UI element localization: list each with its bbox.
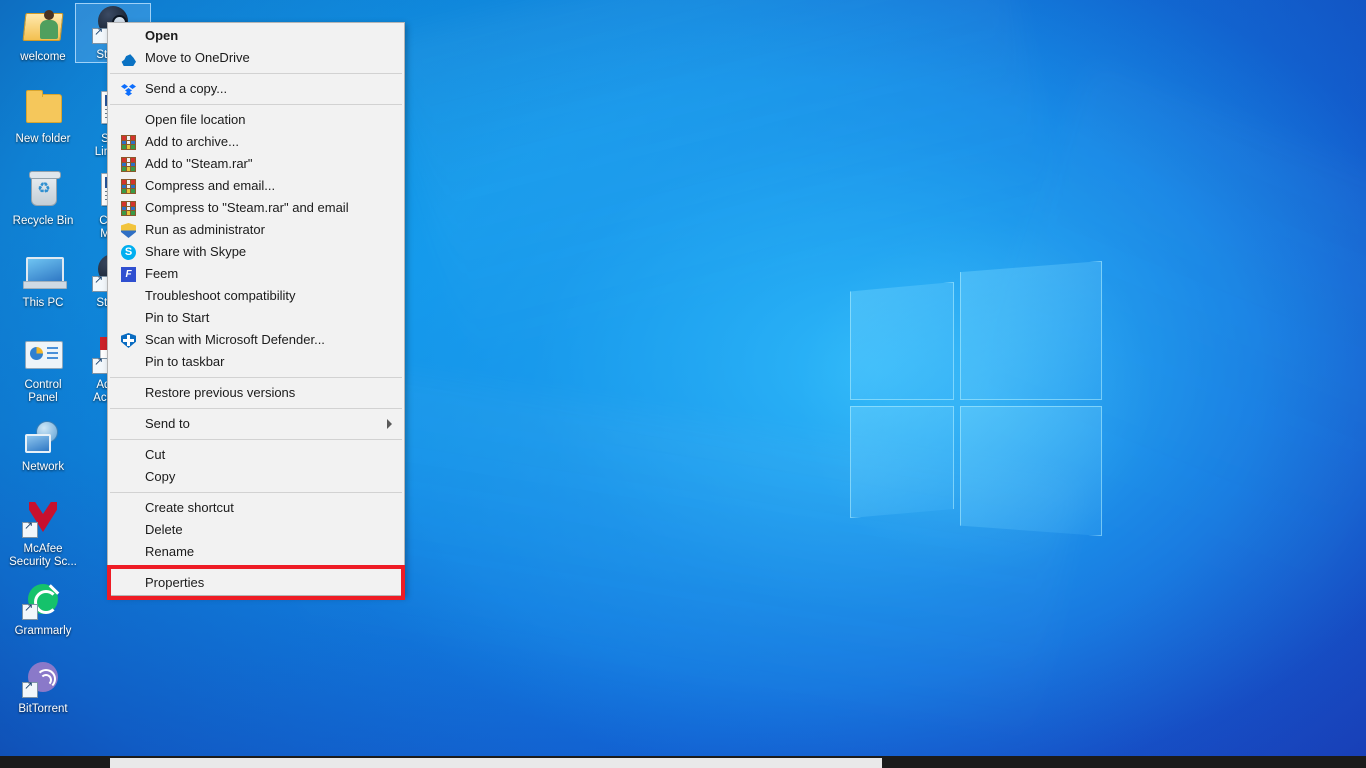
menu-item-label: Compress and email... <box>145 178 276 193</box>
menu-item-label: Properties <box>145 575 205 590</box>
desktop-icon-label: McAfee Security Sc... <box>9 543 77 568</box>
desktop-icon[interactable]: New folder <box>6 88 80 146</box>
taskbar-segment <box>110 758 882 768</box>
menu-item-label: Scan with Microsoft Defender... <box>145 332 325 347</box>
menu-item-properties[interactable]: Properties <box>108 572 404 594</box>
menu-item-share-with-skype[interactable]: S Share with Skype <box>108 241 404 263</box>
menu-item-label: Troubleshoot compatibility <box>145 288 296 303</box>
feem-icon: F <box>121 267 136 282</box>
menu-item-label: Add to archive... <box>145 134 239 149</box>
menu-item-troubleshoot-compatibility[interactable]: Troubleshoot compatibility <box>108 285 404 307</box>
network-icon <box>20 416 66 458</box>
menu-item-add-to-archive[interactable]: Add to archive... <box>108 131 404 153</box>
menu-item-restore-previous-versions[interactable]: Restore previous versions <box>108 382 404 404</box>
winrar-icon <box>121 135 136 150</box>
folder-user-icon <box>20 6 66 48</box>
menu-item-compress-to-steam-rar-and-email[interactable]: Compress to "Steam.rar" and email <box>108 197 404 219</box>
recycle-bin-icon <box>20 170 66 212</box>
menu-item-label: Copy <box>145 469 176 484</box>
desktop-icon-label: Network <box>21 461 65 473</box>
desktop-icon[interactable]: This PC <box>6 252 80 310</box>
winrar-icon <box>121 157 136 172</box>
mcafee-icon <box>20 498 66 540</box>
menu-item-label: Send to <box>145 416 190 431</box>
menu-item-label: Send a copy... <box>145 81 228 96</box>
desktop[interactable]: welcome New folder Recycle Bin This PC Contr… <box>0 0 1366 768</box>
menu-item-feem[interactable]: F Feem <box>108 263 404 285</box>
menu-separator <box>110 492 402 493</box>
menu-item-label: Pin to Start <box>145 310 210 325</box>
menu-item-rename[interactable]: Rename <box>108 541 404 563</box>
desktop-icon[interactable]: Control Panel <box>6 334 80 405</box>
grammarly-icon <box>20 580 66 622</box>
menu-separator <box>110 439 402 440</box>
menu-item-label: Open file location <box>145 112 246 127</box>
menu-separator <box>110 104 402 105</box>
menu-item-compress-and-email[interactable]: Compress and email... <box>108 175 404 197</box>
this-pc-icon <box>20 252 67 294</box>
desktop-icon[interactable]: Recycle Bin <box>6 170 80 228</box>
menu-item-cut[interactable]: Cut <box>108 444 404 466</box>
menu-item-label: Add to "Steam.rar" <box>145 156 253 171</box>
chevron-right-icon <box>387 419 392 429</box>
menu-item-label: Share with Skype <box>145 244 247 259</box>
menu-item-copy[interactable]: Copy <box>108 466 404 488</box>
uac-shield-icon <box>121 223 136 238</box>
menu-item-move-to-onedrive[interactable]: Move to OneDrive <box>108 47 404 69</box>
skype-icon: S <box>121 245 136 260</box>
menu-item-label: Move to OneDrive <box>145 50 250 65</box>
menu-item-run-as-administrator[interactable]: Run as administrator <box>108 219 404 241</box>
menu-item-label: Feem <box>145 266 179 281</box>
bittorrent-icon <box>20 658 66 700</box>
menu-item-label: Cut <box>145 447 166 462</box>
menu-item-label: Pin to taskbar <box>145 354 225 369</box>
desktop-icon-label: New folder <box>15 133 71 145</box>
winrar-icon <box>121 179 136 194</box>
desktop-icon[interactable]: McAfee Security Sc... <box>6 498 80 569</box>
desktop-icon-label: Control Panel <box>24 379 62 404</box>
taskbar[interactable] <box>0 756 1366 768</box>
menu-item-label: Restore previous versions <box>145 385 296 400</box>
desktop-icon-label: Recycle Bin <box>12 215 74 227</box>
menu-item-create-shortcut[interactable]: Create shortcut <box>108 497 404 519</box>
menu-item-pin-to-start[interactable]: Pin to Start <box>108 307 404 329</box>
menu-item-label: Run as administrator <box>145 222 265 237</box>
menu-item-open-file-location[interactable]: Open file location <box>108 109 404 131</box>
menu-item-send-a-copy[interactable]: Send a copy... <box>108 78 404 100</box>
context-menu[interactable]: Open Move to OneDrive Send a copy... Open f… <box>107 22 405 596</box>
menu-separator <box>110 73 402 74</box>
menu-item-label: Create shortcut <box>145 500 234 515</box>
menu-separator <box>110 408 402 409</box>
menu-item-delete[interactable]: Delete <box>108 519 404 541</box>
winrar-icon <box>121 201 136 216</box>
desktop-icon-label: This PC <box>22 297 64 309</box>
defender-icon <box>121 333 136 348</box>
menu-item-scan-with-microsoft-defender[interactable]: Scan with Microsoft Defender... <box>108 329 404 351</box>
menu-item-label: Delete <box>145 522 183 537</box>
menu-item-pin-to-taskbar[interactable]: Pin to taskbar <box>108 351 404 373</box>
menu-item-label: Rename <box>145 544 195 559</box>
menu-separator <box>110 377 402 378</box>
desktop-icon-label: Grammarly <box>14 625 72 637</box>
dropbox-icon <box>121 82 136 97</box>
menu-item-open[interactable]: Open <box>108 25 404 47</box>
menu-item-send-to[interactable]: Send to <box>108 413 404 435</box>
folder-icon <box>20 88 66 130</box>
desktop-icon-label: BitTorrent <box>18 703 68 715</box>
desktop-icon-label: welcome <box>20 51 66 63</box>
desktop-icon[interactable]: Grammarly <box>6 580 80 638</box>
menu-item-label: Compress to "Steam.rar" and email <box>145 200 349 215</box>
menu-separator <box>110 567 402 568</box>
desktop-icon[interactable]: BitTorrent <box>6 658 80 716</box>
control-panel-icon <box>20 334 66 376</box>
desktop-icon[interactable]: Network <box>6 416 80 474</box>
menu-item-label: Open <box>145 28 179 43</box>
desktop-icon[interactable]: welcome <box>6 6 80 64</box>
onedrive-icon <box>121 54 136 66</box>
menu-item-add-to-steam-rar[interactable]: Add to "Steam.rar" <box>108 153 404 175</box>
